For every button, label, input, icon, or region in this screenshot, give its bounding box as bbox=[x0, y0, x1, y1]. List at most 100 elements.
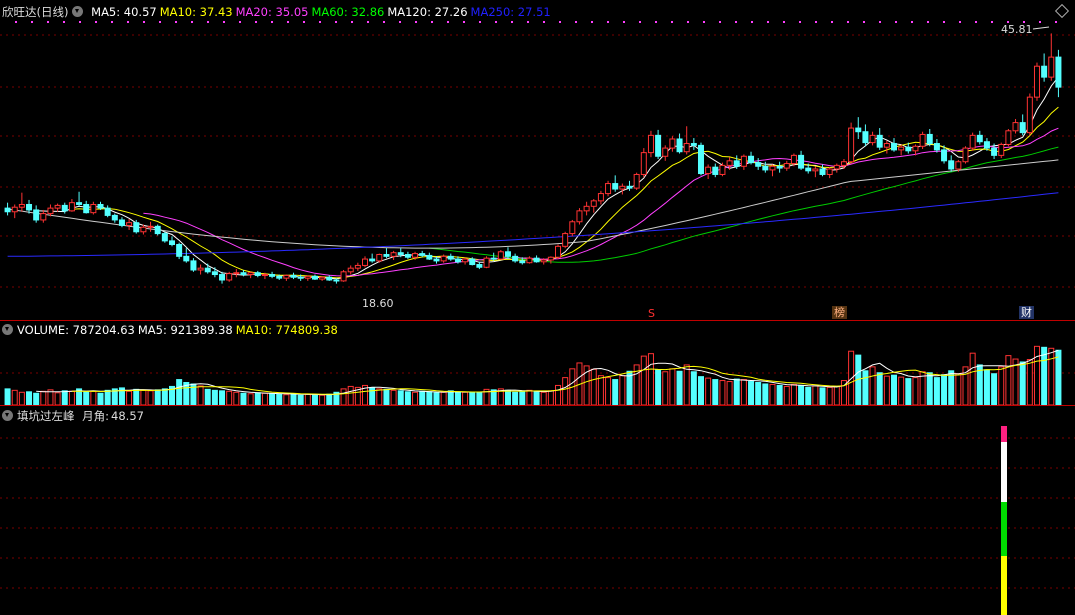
volume-bar bbox=[197, 385, 204, 406]
candle-body bbox=[176, 244, 183, 257]
indicator-bar-segment bbox=[1001, 426, 1007, 442]
marker-bang[interactable]: 榜 bbox=[832, 306, 847, 319]
candle-body bbox=[354, 264, 361, 269]
indicator-value: 48.57 bbox=[111, 409, 144, 423]
candle-body bbox=[826, 168, 833, 175]
signal-dot bbox=[655, 21, 657, 23]
volume-bar bbox=[390, 389, 397, 406]
signal-dot bbox=[527, 21, 529, 23]
candle-body bbox=[247, 272, 254, 276]
volume-bar bbox=[640, 355, 647, 406]
candle-body bbox=[626, 185, 633, 189]
signal-dot bbox=[591, 21, 593, 23]
candle-body bbox=[1048, 56, 1055, 78]
signal-dot bbox=[799, 21, 801, 23]
volume-bar bbox=[926, 372, 933, 406]
signal-dot bbox=[399, 21, 401, 23]
candle-body bbox=[933, 143, 940, 151]
volume-bar bbox=[1055, 349, 1062, 406]
signal-dot bbox=[703, 21, 705, 23]
volume-bar bbox=[776, 384, 783, 406]
volume-bar bbox=[426, 391, 433, 406]
candle-body bbox=[111, 214, 118, 221]
candle-body bbox=[204, 267, 211, 273]
volume-bar bbox=[376, 388, 383, 406]
price-pane[interactable]: 欣旺达(日线) MA5: 40.57 MA10: 37.43 MA20: 35.05… bbox=[0, 0, 1075, 321]
marker-cai[interactable]: 财 bbox=[1019, 306, 1034, 319]
candle-body bbox=[712, 166, 719, 175]
candle-body bbox=[919, 133, 926, 147]
volume-bar bbox=[219, 390, 226, 406]
candle-body bbox=[855, 127, 862, 133]
candle-body bbox=[147, 225, 154, 228]
candle-body bbox=[1026, 96, 1033, 134]
candle-body bbox=[562, 233, 569, 247]
candle-body bbox=[1005, 130, 1012, 145]
low-price-label: 18.60 bbox=[362, 297, 394, 310]
candle-body bbox=[297, 276, 304, 279]
signal-dot bbox=[255, 21, 257, 23]
dropdown-icon[interactable] bbox=[2, 410, 13, 421]
volume-bar bbox=[933, 377, 940, 406]
signal-dot bbox=[383, 21, 385, 23]
candle-body bbox=[497, 251, 504, 260]
candle-body bbox=[469, 258, 476, 266]
candle-body bbox=[969, 134, 976, 149]
candle-body bbox=[54, 204, 61, 209]
signal-dot bbox=[767, 21, 769, 23]
volume-bar bbox=[33, 392, 40, 406]
volume-bar bbox=[683, 364, 690, 406]
candle-body bbox=[555, 245, 562, 258]
volume-bar bbox=[991, 373, 998, 406]
candle-body bbox=[941, 149, 948, 162]
signal-dot bbox=[63, 21, 65, 23]
volume-bar bbox=[762, 383, 769, 406]
volume-bar bbox=[969, 352, 976, 406]
candle-body bbox=[68, 202, 75, 212]
volume-bar bbox=[412, 391, 419, 406]
volume-pane[interactable]: VOLUME: 787204.63 MA5: 921389.38 MA10: 774… bbox=[0, 321, 1075, 406]
candle-body bbox=[211, 271, 218, 276]
candle-body bbox=[519, 260, 526, 264]
signal-dot bbox=[927, 21, 929, 23]
signal-dot bbox=[79, 21, 81, 23]
candle-body bbox=[304, 275, 311, 279]
candle-body bbox=[590, 200, 597, 207]
volume-bar bbox=[83, 391, 90, 406]
volume-bar bbox=[276, 393, 283, 406]
signal-dot bbox=[207, 21, 209, 23]
volume-bar bbox=[526, 389, 533, 406]
indicator-pane[interactable]: 填坑过左峰 月角: 48.57 bbox=[0, 406, 1075, 615]
volume-bar bbox=[204, 388, 211, 406]
dropdown-icon[interactable] bbox=[2, 324, 13, 335]
volume-bar bbox=[790, 383, 797, 406]
ma-legend: MA5: 40.57 MA10: 37.43 MA20: 35.05 MA60: 32… bbox=[91, 5, 554, 19]
indicator-name: 填坑过左峰 bbox=[17, 409, 75, 423]
candle-body bbox=[733, 160, 740, 167]
signal-dot bbox=[271, 21, 273, 23]
ma-legend-item: MA60: 32.86 bbox=[311, 5, 385, 19]
candle-body bbox=[1019, 122, 1026, 134]
volume-bar bbox=[176, 379, 183, 406]
volume-bar bbox=[319, 394, 326, 406]
volume-legend-item: VOLUME: 787204.63 bbox=[17, 323, 135, 337]
volume-bar bbox=[512, 391, 519, 406]
candle-body bbox=[783, 163, 790, 169]
volume-bar bbox=[898, 376, 905, 406]
signal-dot bbox=[863, 21, 865, 23]
candle-body bbox=[998, 143, 1005, 156]
indicator-chart[interactable] bbox=[0, 406, 1075, 615]
volume-bar bbox=[4, 388, 11, 406]
volume-bar bbox=[104, 389, 111, 406]
candle-body bbox=[240, 272, 247, 276]
candle-body bbox=[876, 134, 883, 148]
marker-s[interactable]: S bbox=[646, 307, 657, 320]
dropdown-icon[interactable] bbox=[72, 6, 84, 17]
signal-dot bbox=[911, 21, 913, 23]
volume-bar bbox=[983, 369, 990, 406]
volume-bar bbox=[454, 391, 461, 406]
signal-dot bbox=[991, 21, 993, 23]
candle-body bbox=[748, 155, 755, 164]
candle-body bbox=[319, 276, 326, 280]
price-chart[interactable] bbox=[0, 0, 1075, 321]
